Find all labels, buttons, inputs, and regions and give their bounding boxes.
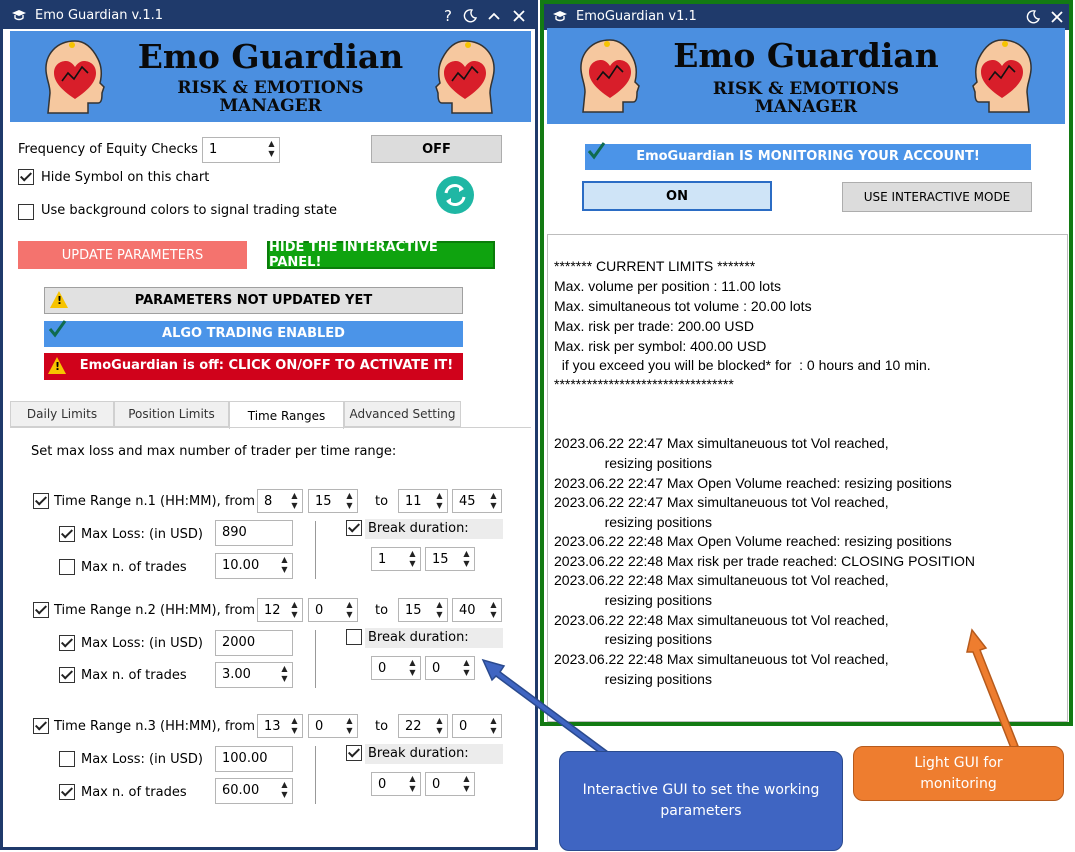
orange-arrow	[966, 628, 1020, 749]
callout-light: Light GUI for monitoring	[853, 746, 1064, 801]
blue-arrow	[481, 658, 610, 757]
callout-interactive: Interactive GUI to set the working param…	[559, 751, 843, 851]
arrows-overlay	[481, 628, 1020, 757]
